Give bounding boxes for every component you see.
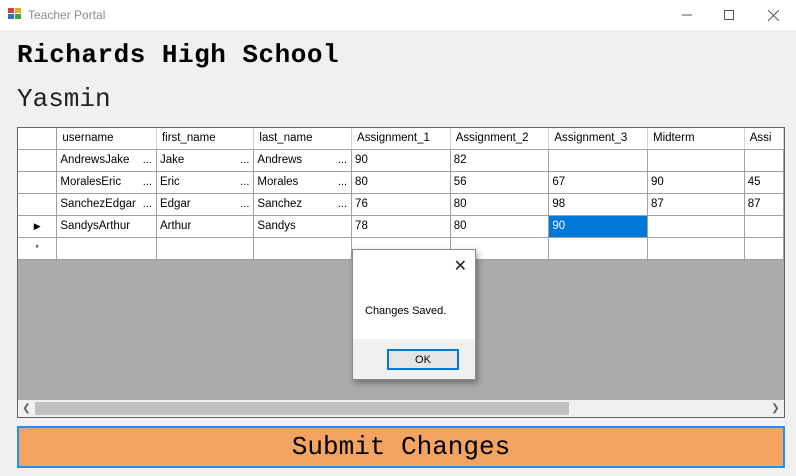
cell-assignment-3[interactable]: 98 <box>548 193 649 216</box>
cell-first-name[interactable]: Eric... <box>156 171 255 194</box>
cell-last-name[interactable]: Andrews... <box>253 149 353 172</box>
dialog-body: ✕ Changes Saved. <box>353 250 475 339</box>
column-header-assignment-3[interactable]: Assignment_3 <box>548 128 649 150</box>
cell-first-name[interactable]: Arthur <box>156 215 255 238</box>
cell-assi[interactable] <box>744 149 784 172</box>
table-row[interactable]: SanchezEdgar... Edgar... Sanchez... 76 8… <box>18 193 784 216</box>
cell-first-name[interactable]: Jake... <box>156 149 255 172</box>
maximize-icon <box>724 10 734 20</box>
close-window-button[interactable] <box>750 0 796 30</box>
column-header-first-name[interactable]: first_name <box>156 128 255 150</box>
cell-assignment-3-selected[interactable]: 90 <box>548 215 649 238</box>
cell-last-name[interactable] <box>253 237 353 260</box>
new-row-indicator[interactable]: * <box>18 237 58 260</box>
cell-username[interactable]: MoralesEric... <box>56 171 157 194</box>
cell-assignment-2[interactable]: 56 <box>450 171 550 194</box>
column-header-assignment-1[interactable]: Assignment_1 <box>351 128 451 150</box>
row-header[interactable] <box>18 149 58 172</box>
row-header[interactable] <box>18 193 58 216</box>
cell-assignment-3[interactable] <box>548 149 649 172</box>
changes-saved-dialog: ✕ Changes Saved. OK <box>352 249 476 380</box>
cell-assignment-1[interactable]: 90 <box>351 149 451 172</box>
school-name: Richards High School <box>17 40 340 70</box>
horizontal-scrollbar[interactable]: ❮ ❯ <box>18 400 784 417</box>
cell-assignment-3[interactable]: 67 <box>548 171 649 194</box>
cell-first-name[interactable]: Edgar... <box>156 193 255 216</box>
row-header[interactable] <box>18 171 58 194</box>
ok-button[interactable]: OK <box>387 349 459 370</box>
cell-last-name[interactable]: Sandys <box>253 215 353 238</box>
grades-table: username first_name last_name Assignment… <box>18 128 784 260</box>
cell-last-name[interactable]: Sanchez... <box>253 193 353 216</box>
app-icon <box>8 8 22 21</box>
cell-assignment-3[interactable] <box>548 237 649 260</box>
column-header-assi[interactable]: Assi <box>744 128 784 150</box>
window-title: Teacher Portal <box>28 8 106 22</box>
cell-assi[interactable]: 45 <box>744 171 784 194</box>
cell-last-name[interactable]: Morales... <box>253 171 353 194</box>
dialog-message: Changes Saved. <box>365 305 447 317</box>
student-name: Yasmin <box>17 84 111 114</box>
cell-midterm[interactable] <box>647 215 745 238</box>
cell-assignment-2[interactable]: 80 <box>450 215 550 238</box>
header-row: username first_name last_name Assignment… <box>18 128 784 150</box>
cell-assignment-2[interactable]: 82 <box>450 149 550 172</box>
cell-assi[interactable]: 87 <box>744 193 784 216</box>
minimize-icon <box>682 14 692 16</box>
scrollbar-thumb[interactable] <box>35 402 569 415</box>
cell-username[interactable]: SanchezEdgar... <box>56 193 157 216</box>
cell-first-name[interactable] <box>156 237 255 260</box>
cell-assignment-1[interactable]: 80 <box>351 171 451 194</box>
cell-username[interactable]: SandysArthur <box>56 215 157 238</box>
table-row-current[interactable]: ▶ SandysArthur Arthur Sandys 78 80 90 <box>18 215 784 238</box>
submit-changes-button[interactable]: Submit Changes <box>17 426 785 468</box>
cell-midterm[interactable]: 90 <box>647 171 745 194</box>
minimize-button[interactable] <box>664 0 710 30</box>
column-header-assignment-2[interactable]: Assignment_2 <box>450 128 550 150</box>
maximize-button[interactable] <box>706 0 752 30</box>
cell-assi[interactable] <box>744 215 784 238</box>
cell-assi[interactable] <box>744 237 784 260</box>
cell-assignment-1[interactable]: 76 <box>351 193 451 216</box>
column-header-username[interactable]: username <box>56 128 157 150</box>
scroll-right-icon[interactable]: ❯ <box>767 400 784 417</box>
cell-username[interactable]: AndrewsJake... <box>56 149 157 172</box>
table-row[interactable]: AndrewsJake... Jake... Andrews... 90 82 <box>18 149 784 172</box>
row-header-corner[interactable] <box>18 128 58 150</box>
cell-assignment-2[interactable]: 80 <box>450 193 550 216</box>
title-bar: Teacher Portal <box>0 0 796 30</box>
cell-midterm[interactable]: 87 <box>647 193 745 216</box>
current-row-indicator[interactable]: ▶ <box>18 215 58 238</box>
cell-midterm[interactable] <box>647 237 745 260</box>
cell-midterm[interactable] <box>647 149 745 172</box>
close-icon <box>767 9 779 21</box>
scroll-left-icon[interactable]: ❮ <box>18 400 35 417</box>
column-header-midterm[interactable]: Midterm <box>647 128 745 150</box>
cell-username[interactable] <box>56 237 157 260</box>
table-row[interactable]: MoralesEric... Eric... Morales... 80 56 … <box>18 171 784 194</box>
column-header-last-name[interactable]: last_name <box>253 128 353 150</box>
close-icon[interactable]: ✕ <box>454 256 467 276</box>
cell-assignment-1[interactable]: 78 <box>351 215 451 238</box>
